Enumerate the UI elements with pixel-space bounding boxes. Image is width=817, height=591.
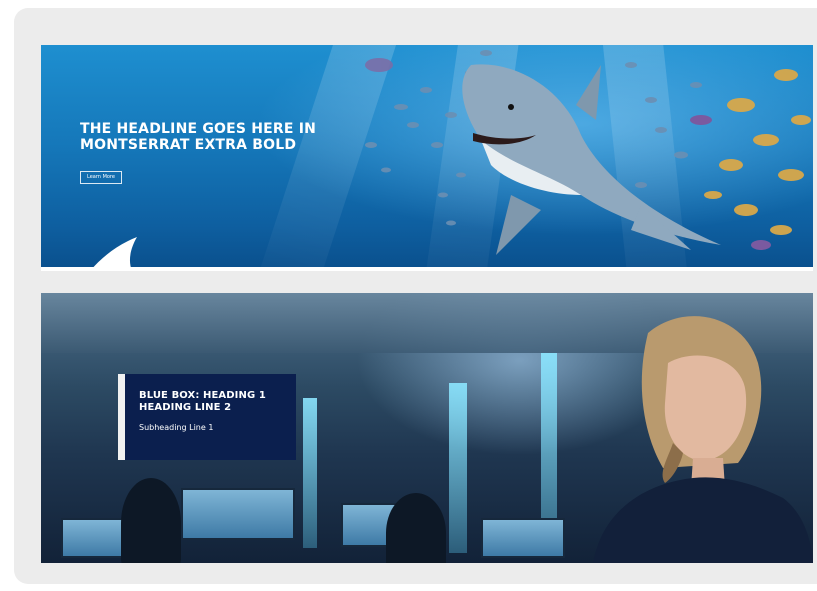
fin-shape-decoration <box>90 237 137 271</box>
light-column <box>449 383 467 553</box>
shark-illustration <box>462 64 721 255</box>
headline-line-1: THE HEADLINE GOES HERE IN <box>80 121 317 137</box>
person-silhouette <box>386 493 446 563</box>
learn-more-button[interactable]: Learn More <box>80 171 122 184</box>
box-subheading: Subheading Line 1 <box>139 423 214 432</box>
headline-line-2: MONTSERRAT EXTRA BOLD <box>80 137 297 153</box>
person-silhouette <box>121 478 181 563</box>
light-column <box>303 398 317 548</box>
monitor-screen <box>181 488 295 540</box>
content-card: THE HEADLINE GOES HERE IN MONTSERRAT EXT… <box>14 8 817 584</box>
hero-headline: THE HEADLINE GOES HERE IN MONTSERRAT EXT… <box>80 121 380 153</box>
hero-banner-control-room[interactable]: BLUE BOX: HEADING 1 HEADING LINE 2 Subhe… <box>41 293 813 563</box>
box-heading-line-2: HEADING LINE 2 <box>139 402 232 413</box>
box-heading-line-1: BLUE BOX: HEADING 1 <box>139 390 266 401</box>
blue-heading-box: BLUE BOX: HEADING 1 HEADING LINE 2 Subhe… <box>118 374 296 460</box>
hero-banner-ocean[interactable]: THE HEADLINE GOES HERE IN MONTSERRAT EXT… <box>41 45 813 271</box>
banner-bottom-edge <box>41 267 813 271</box>
woman-foreground-illustration <box>593 316 813 563</box>
